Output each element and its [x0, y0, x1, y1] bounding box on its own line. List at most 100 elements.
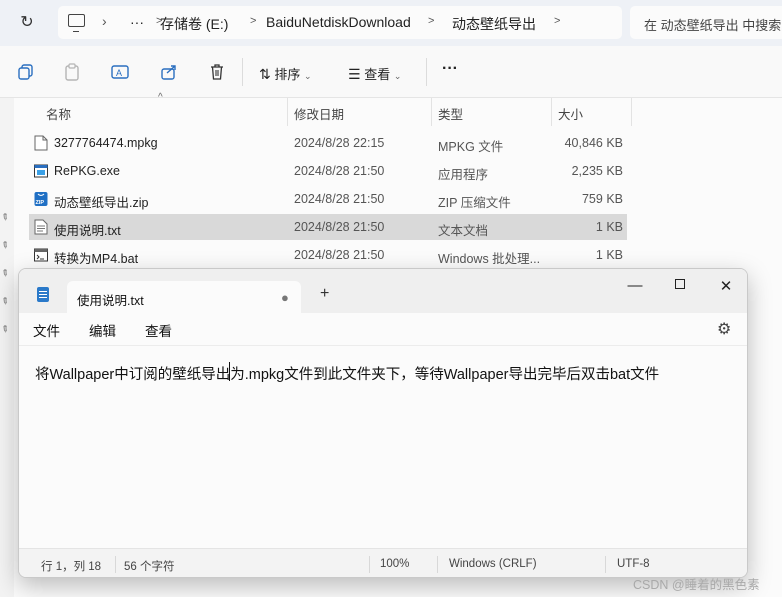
notepad-app-icon — [37, 287, 49, 302]
column-divider[interactable] — [631, 98, 632, 126]
breadcrumb-item-current[interactable]: 动态壁纸导出 — [452, 14, 536, 34]
settings-gear-icon[interactable]: ⚙ — [717, 319, 731, 339]
file-size: 759 KB — [581, 192, 623, 206]
search-box[interactable]: 在 动态壁纸导出 中搜索 — [630, 6, 782, 39]
chevron-right-icon[interactable]: > — [554, 15, 560, 27]
pin-icon: ✎ — [0, 238, 12, 252]
file-row-selected[interactable]: 使用说明.txt 2024/8/28 21:50 文本文档 1 KB — [29, 214, 627, 240]
delete-icon[interactable] — [208, 63, 226, 81]
column-divider[interactable] — [551, 98, 552, 126]
file-modified: 2024/8/28 21:50 — [294, 248, 385, 262]
file-modified: 2024/8/28 21:50 — [294, 164, 385, 178]
close-button[interactable]: ✕ — [716, 277, 736, 295]
watermark-text: CSDN @睡着的黑色素 — [633, 578, 760, 592]
file-size: 40,846 KB — [564, 136, 623, 150]
rename-icon[interactable]: A — [111, 63, 129, 81]
sort-icon: ⇅ — [259, 66, 271, 82]
svg-text:A: A — [116, 68, 122, 78]
menu-view[interactable]: 查看 — [145, 320, 172, 340]
column-header-type[interactable]: 类型 — [438, 104, 463, 123]
sort-label: 排序 — [274, 67, 301, 82]
file-type: ZIP 压缩文件 — [438, 196, 511, 210]
pin-icon: ✎ — [0, 210, 12, 224]
view-icon: ☰ — [348, 66, 361, 82]
file-row[interactable]: RePKG.exe 2024/8/28 21:50 应用程序 2,235 KB — [29, 158, 627, 184]
minimize-button[interactable]: — — [625, 277, 645, 294]
chevron-right-icon: > — [250, 15, 257, 27]
file-type: Windows 批处理... — [438, 252, 541, 266]
column-header-size[interactable]: 大小 — [558, 104, 583, 123]
copy-icon[interactable] — [17, 63, 35, 81]
search-placeholder: 在 动态壁纸导出 中搜索 — [644, 18, 782, 33]
status-line-ending: Windows (CRLF) — [449, 558, 537, 570]
paste-icon[interactable] — [63, 63, 81, 81]
notepad-menu-bar: 文件 编辑 查看 ⚙ — [19, 313, 747, 345]
column-divider[interactable] — [431, 98, 432, 126]
chevron-right-icon: › — [102, 13, 107, 29]
document-text[interactable]: 将Wallpaper中订阅的壁纸导出为.mpkg文件到此文件夹下，等待Wallp… — [35, 363, 659, 384]
chevron-down-icon: ⌄ — [304, 71, 312, 81]
sort-ascending-icon: ^ — [158, 92, 163, 103]
file-type: 应用程序 — [438, 168, 489, 182]
toolbar-divider — [242, 58, 243, 86]
menu-file[interactable]: 文件 — [33, 320, 60, 340]
menu-edit[interactable]: 编辑 — [89, 320, 116, 340]
chevron-down-icon: ⌄ — [393, 71, 402, 81]
breadcrumb-overflow[interactable]: ··· — [130, 14, 144, 30]
status-divider — [369, 556, 370, 573]
svg-text:ZIP: ZIP — [36, 200, 45, 206]
maximize-button[interactable] — [675, 279, 685, 289]
column-divider[interactable] — [287, 98, 288, 126]
txt-icon — [34, 219, 48, 235]
text-caret — [229, 362, 230, 381]
file-name: 使用说明.txt — [54, 224, 121, 238]
address-bar-area: ↻ › ··· > 存储卷 (E:) > BaiduNetdiskDownloa… — [0, 0, 782, 46]
file-modified: 2024/8/28 21:50 — [294, 220, 385, 234]
status-char-count: 56 个字符 — [124, 561, 175, 573]
toolbar-divider — [426, 58, 427, 86]
file-modified: 2024/8/28 22:15 — [294, 136, 385, 150]
status-encoding: UTF-8 — [617, 558, 650, 570]
new-tab-button[interactable]: + — [320, 285, 329, 303]
view-button[interactable]: ☰ 查看 ⌄ — [348, 64, 401, 83]
breadcrumb-item-drive[interactable]: 存储卷 (E:) — [160, 14, 228, 34]
file-size: 1 KB — [595, 248, 623, 262]
notepad-window: 使用说明.txt ● + — ✕ 文件 编辑 查看 ⚙ 将Wallpaper中订… — [18, 268, 748, 578]
share-icon[interactable] — [160, 63, 178, 81]
refresh-icon: ↻ — [20, 14, 34, 31]
breadcrumb-item-download[interactable]: BaiduNetdiskDownload — [266, 14, 411, 30]
column-header-name[interactable]: 名称 — [46, 104, 71, 123]
tab-document[interactable]: 使用说明.txt ● — [67, 281, 301, 313]
pin-icon: ✎ — [0, 294, 12, 308]
address-bar[interactable]: › ··· > 存储卷 (E:) > BaiduNetdiskDownload … — [58, 6, 622, 39]
file-name: 转换为MP4.bat — [54, 252, 139, 266]
file-name: 动态壁纸导出.zip — [54, 196, 149, 210]
chevron-right-icon: > — [428, 15, 435, 27]
file-modified: 2024/8/28 21:50 — [294, 192, 385, 206]
file-row[interactable]: 3277764474.mpkg 2024/8/28 22:15 MPKG 文件 … — [29, 130, 627, 156]
file-row[interactable]: 转换为MP4.bat 2024/8/28 21:50 Windows 批处理..… — [29, 242, 627, 268]
view-label: 查看 — [364, 67, 391, 82]
exe-icon — [34, 164, 48, 178]
notepad-title-bar[interactable]: 使用说明.txt ● + — ✕ — [19, 269, 747, 313]
file-name: 3277764474.mpkg — [54, 136, 158, 150]
status-divider — [605, 556, 606, 573]
notepad-text-editor[interactable]: 将Wallpaper中订阅的壁纸导出为.mpkg文件到此文件夹下，等待Wallp… — [19, 345, 747, 545]
more-options-button[interactable]: ··· — [442, 60, 458, 78]
navigation-pane-edge: ✎ ✎ ✎ ✎ ✎ — [0, 98, 14, 597]
sort-button[interactable]: ⇅ 排序 ⌄ — [259, 64, 312, 83]
file-row[interactable]: ZIP 动态壁纸导出.zip 2024/8/28 21:50 ZIP 压缩文件 … — [29, 186, 627, 212]
unsaved-dot-icon[interactable]: ● — [281, 290, 289, 305]
bat-icon — [34, 248, 48, 262]
column-header-modified[interactable]: 修改日期 — [294, 104, 344, 123]
status-divider — [115, 556, 116, 573]
file-size: 1 KB — [595, 220, 623, 234]
file-name: RePKG.exe — [54, 164, 121, 178]
refresh-button[interactable]: ↻ — [14, 10, 40, 36]
command-bar: A ⇅ 排序 ⌄ ☰ 查看 ⌄ ··· — [0, 46, 782, 98]
file-size: 2,235 KB — [571, 164, 623, 178]
status-cursor-position: 行 1，列 18 — [41, 561, 102, 573]
tab-title: 使用说明.txt — [77, 294, 144, 308]
file-type: 文本文档 — [438, 224, 489, 238]
zip-icon: ZIP — [34, 192, 48, 206]
